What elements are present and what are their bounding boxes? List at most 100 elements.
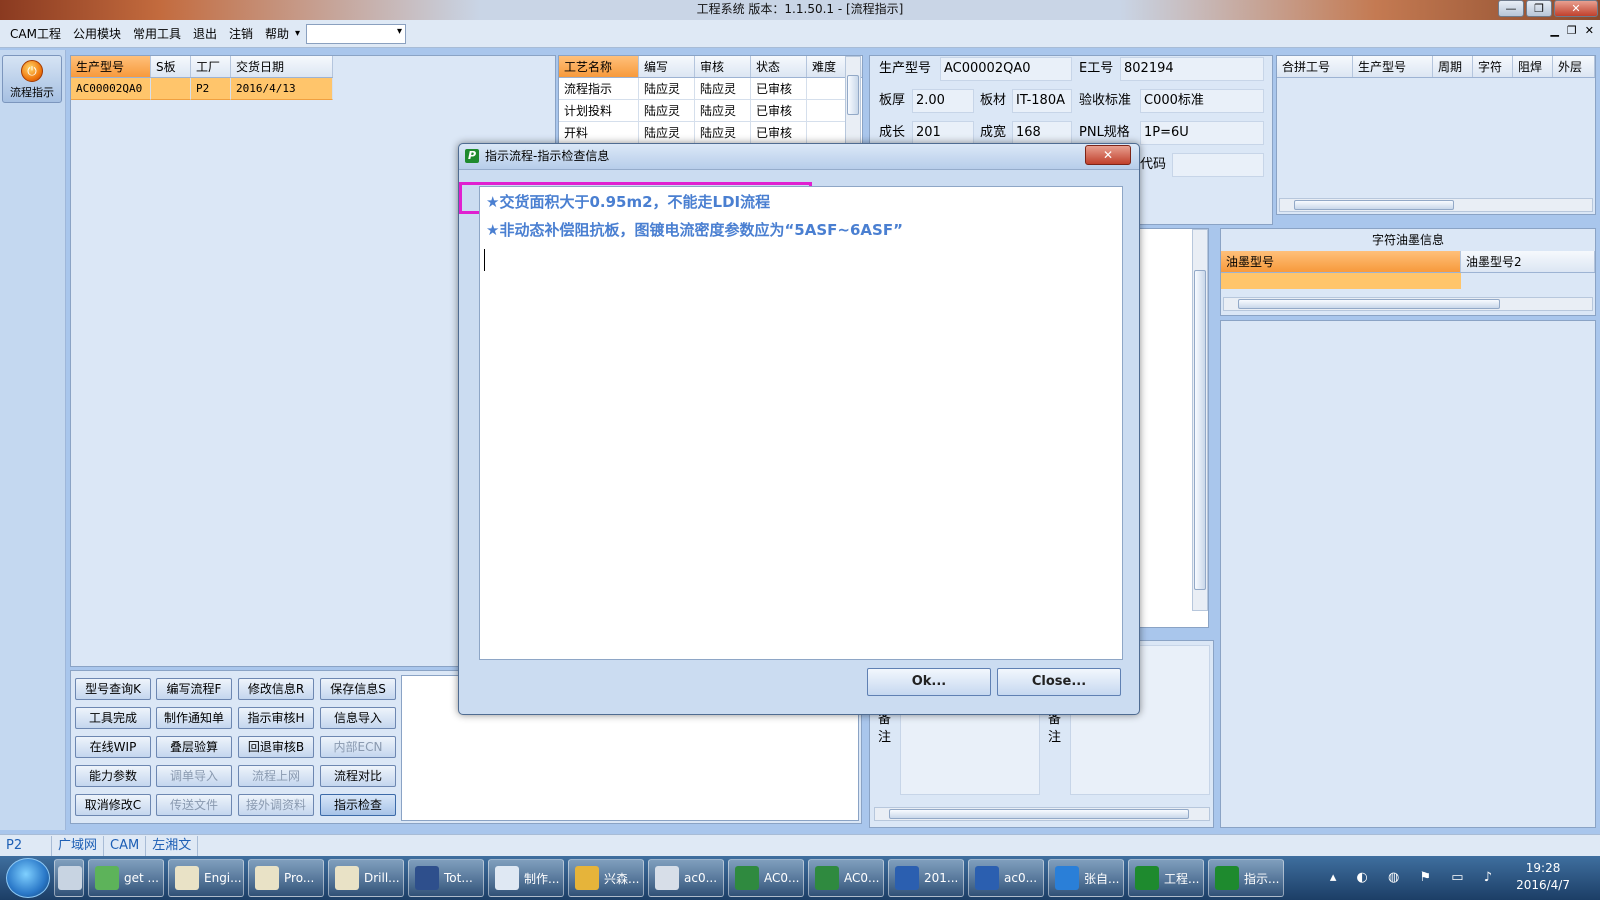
taskbar-item[interactable]: 张自... bbox=[1048, 859, 1124, 897]
column-header[interactable]: 字符 bbox=[1473, 56, 1513, 77]
taskbar-item[interactable]: 工程... bbox=[1128, 859, 1204, 897]
ok-button[interactable]: Ok... bbox=[867, 668, 991, 696]
mdi-minimize-icon[interactable]: ▁ bbox=[1550, 24, 1558, 37]
table-row[interactable]: 计划投料 陆应灵 陆应灵 已审核 bbox=[559, 100, 862, 122]
menu-cam[interactable]: CAM工程 bbox=[4, 20, 67, 48]
tool-complete-button[interactable]: 工具完成 bbox=[75, 707, 151, 729]
accept-value[interactable]: C000标准 bbox=[1140, 89, 1264, 113]
taskbar-item[interactable]: 兴森... bbox=[568, 859, 644, 897]
column-header[interactable]: 状态 bbox=[751, 56, 807, 77]
system-tray[interactable]: ▴ ◐ ◍ ⚑ ▭ ♪ bbox=[1330, 870, 1500, 885]
taskbar-item[interactable]: ac0... bbox=[968, 859, 1044, 897]
taskbar-item[interactable]: AC0... bbox=[728, 859, 804, 897]
start-button[interactable] bbox=[6, 858, 50, 898]
clock[interactable]: 19:28 2016/4/7 bbox=[1516, 860, 1570, 894]
process-grid-scrollbar[interactable] bbox=[845, 56, 861, 151]
close-dialog-button[interactable]: Close... bbox=[997, 668, 1121, 696]
taskbar-item[interactable]: Tot... bbox=[408, 859, 484, 897]
taskbar-calculator[interactable] bbox=[54, 859, 84, 897]
order-import-button[interactable]: 调单导入 bbox=[156, 765, 232, 787]
dialog-message-area[interactable]: ★交货面积大于0.95m2，不能走LDI流程 ★非动态补偿阻抗板，图镀电流密度参… bbox=[479, 186, 1123, 660]
len-value[interactable]: 201 bbox=[912, 121, 974, 145]
table-row[interactable]: 开料 陆应灵 陆应灵 已审核 bbox=[559, 122, 862, 144]
make-notice-button[interactable]: 制作通知单 bbox=[156, 707, 232, 729]
table-row[interactable]: 流程指示 陆应灵 陆应灵 已审核 bbox=[559, 78, 862, 100]
model-query-button[interactable]: 型号查询K bbox=[75, 678, 151, 700]
save-info-button[interactable]: 保存信息S bbox=[320, 678, 396, 700]
column-header[interactable]: 工艺名称 bbox=[559, 56, 639, 77]
menu-exit[interactable]: 退出 bbox=[187, 20, 223, 48]
mdi-restore-icon[interactable]: ❐ bbox=[1567, 24, 1577, 37]
model-value[interactable]: AC00002QA0 bbox=[940, 57, 1072, 81]
column-header[interactable]: 生产型号 bbox=[71, 56, 151, 77]
taskbar-item[interactable]: Pro... bbox=[248, 859, 324, 897]
flow-upload-button[interactable]: 流程上网 bbox=[238, 765, 314, 787]
code-value[interactable] bbox=[1172, 153, 1264, 177]
width-value[interactable]: 168 bbox=[1012, 121, 1072, 145]
column-header[interactable]: 油墨型号 bbox=[1221, 251, 1461, 272]
column-header[interactable]: 审核 bbox=[695, 56, 751, 77]
online-wip-button[interactable]: 在线WIP bbox=[75, 736, 151, 758]
taskbar-item[interactable]: get ... bbox=[88, 859, 164, 897]
column-header[interactable]: 合拼工号 bbox=[1277, 56, 1353, 77]
menu-common-tools[interactable]: 常用工具 bbox=[127, 20, 187, 48]
flow-indicator-launcher[interactable]: ⏻ 流程指示 bbox=[2, 55, 62, 103]
taskbar-item[interactable]: 制作... bbox=[488, 859, 564, 897]
table-row[interactable]: AC00002QA0 P2 2016/4/13 bbox=[71, 78, 333, 100]
taskbar-item[interactable]: Drill... bbox=[328, 859, 404, 897]
capability-params-button[interactable]: 能力参数 bbox=[75, 765, 151, 787]
column-header[interactable]: 编写 bbox=[639, 56, 695, 77]
revert-review-button[interactable]: 回退审核B bbox=[238, 736, 314, 758]
detail-list-scrollbar[interactable] bbox=[1192, 229, 1208, 611]
combine-grid-scrollbar[interactable] bbox=[1279, 198, 1593, 212]
column-header[interactable]: 交货日期 bbox=[231, 56, 333, 77]
menu-logout[interactable]: 注销 bbox=[223, 20, 259, 48]
taskbar-item[interactable]: AC0... bbox=[808, 859, 884, 897]
receive-external-button[interactable]: 接外调资料 bbox=[238, 794, 314, 816]
mdi-close-icon[interactable]: ✕ bbox=[1585, 24, 1594, 37]
excel-icon bbox=[735, 866, 759, 890]
info-import-button[interactable]: 信息导入 bbox=[320, 707, 396, 729]
table-cell bbox=[807, 78, 847, 100]
send-file-button[interactable]: 传送文件 bbox=[156, 794, 232, 816]
indicate-review-button[interactable]: 指示审核H bbox=[238, 707, 314, 729]
taskbar-item[interactable]: ac0... bbox=[648, 859, 724, 897]
taskbar-item[interactable]: 指示... bbox=[1208, 859, 1284, 897]
remarks-scrollbar[interactable] bbox=[874, 807, 1210, 821]
column-header[interactable]: S板 bbox=[151, 56, 191, 77]
cancel-modify-button[interactable]: 取消修改C bbox=[75, 794, 151, 816]
stackup-check-button[interactable]: 叠层验算 bbox=[156, 736, 232, 758]
indicate-check-button[interactable]: 指示检查 bbox=[320, 794, 396, 816]
dialog-close-button[interactable]: ✕ bbox=[1085, 145, 1131, 165]
maximize-button[interactable]: ❐ bbox=[1526, 0, 1552, 17]
calculator-icon bbox=[58, 866, 82, 890]
thick-value[interactable]: 2.00 bbox=[912, 89, 974, 113]
column-header[interactable]: 外层 bbox=[1553, 56, 1595, 77]
minimize-button[interactable]: — bbox=[1498, 0, 1524, 17]
chevron-down-icon[interactable]: ▾ bbox=[295, 28, 300, 39]
internal-ecn-button[interactable]: 内部ECN bbox=[320, 736, 396, 758]
material-value[interactable]: IT-180A bbox=[1012, 89, 1072, 113]
taskbar-item[interactable]: 201... bbox=[888, 859, 964, 897]
pnl-value[interactable]: 1P=6U bbox=[1140, 121, 1264, 145]
modify-info-button[interactable]: 修改信息R bbox=[238, 678, 314, 700]
menu-common-modules[interactable]: 公用模块 bbox=[67, 20, 127, 48]
ink-grid-scrollbar[interactable] bbox=[1223, 297, 1593, 311]
e-value[interactable]: 802194 bbox=[1120, 57, 1264, 81]
status-factory[interactable]: P2 bbox=[0, 835, 52, 856]
column-header[interactable]: 生产型号 bbox=[1353, 56, 1433, 77]
column-header[interactable]: 工厂 bbox=[191, 56, 231, 77]
column-header[interactable]: 周期 bbox=[1433, 56, 1473, 77]
write-flow-button[interactable]: 编写流程F bbox=[156, 678, 232, 700]
ink-selected-row[interactable] bbox=[1221, 273, 1461, 289]
app-icon bbox=[415, 866, 439, 890]
column-header[interactable]: 阻焊 bbox=[1513, 56, 1553, 77]
taskbar-item[interactable]: Engi... bbox=[168, 859, 244, 897]
flow-compare-button[interactable]: 流程对比 bbox=[320, 765, 396, 787]
menu-combo-box[interactable] bbox=[306, 23, 407, 44]
column-header[interactable]: 难度 bbox=[807, 56, 847, 77]
status-module: CAM bbox=[104, 835, 147, 856]
close-button[interactable]: ✕ bbox=[1554, 0, 1598, 17]
column-header[interactable]: 油墨型号2 bbox=[1461, 251, 1595, 272]
menu-help[interactable]: 帮助 bbox=[259, 20, 295, 48]
